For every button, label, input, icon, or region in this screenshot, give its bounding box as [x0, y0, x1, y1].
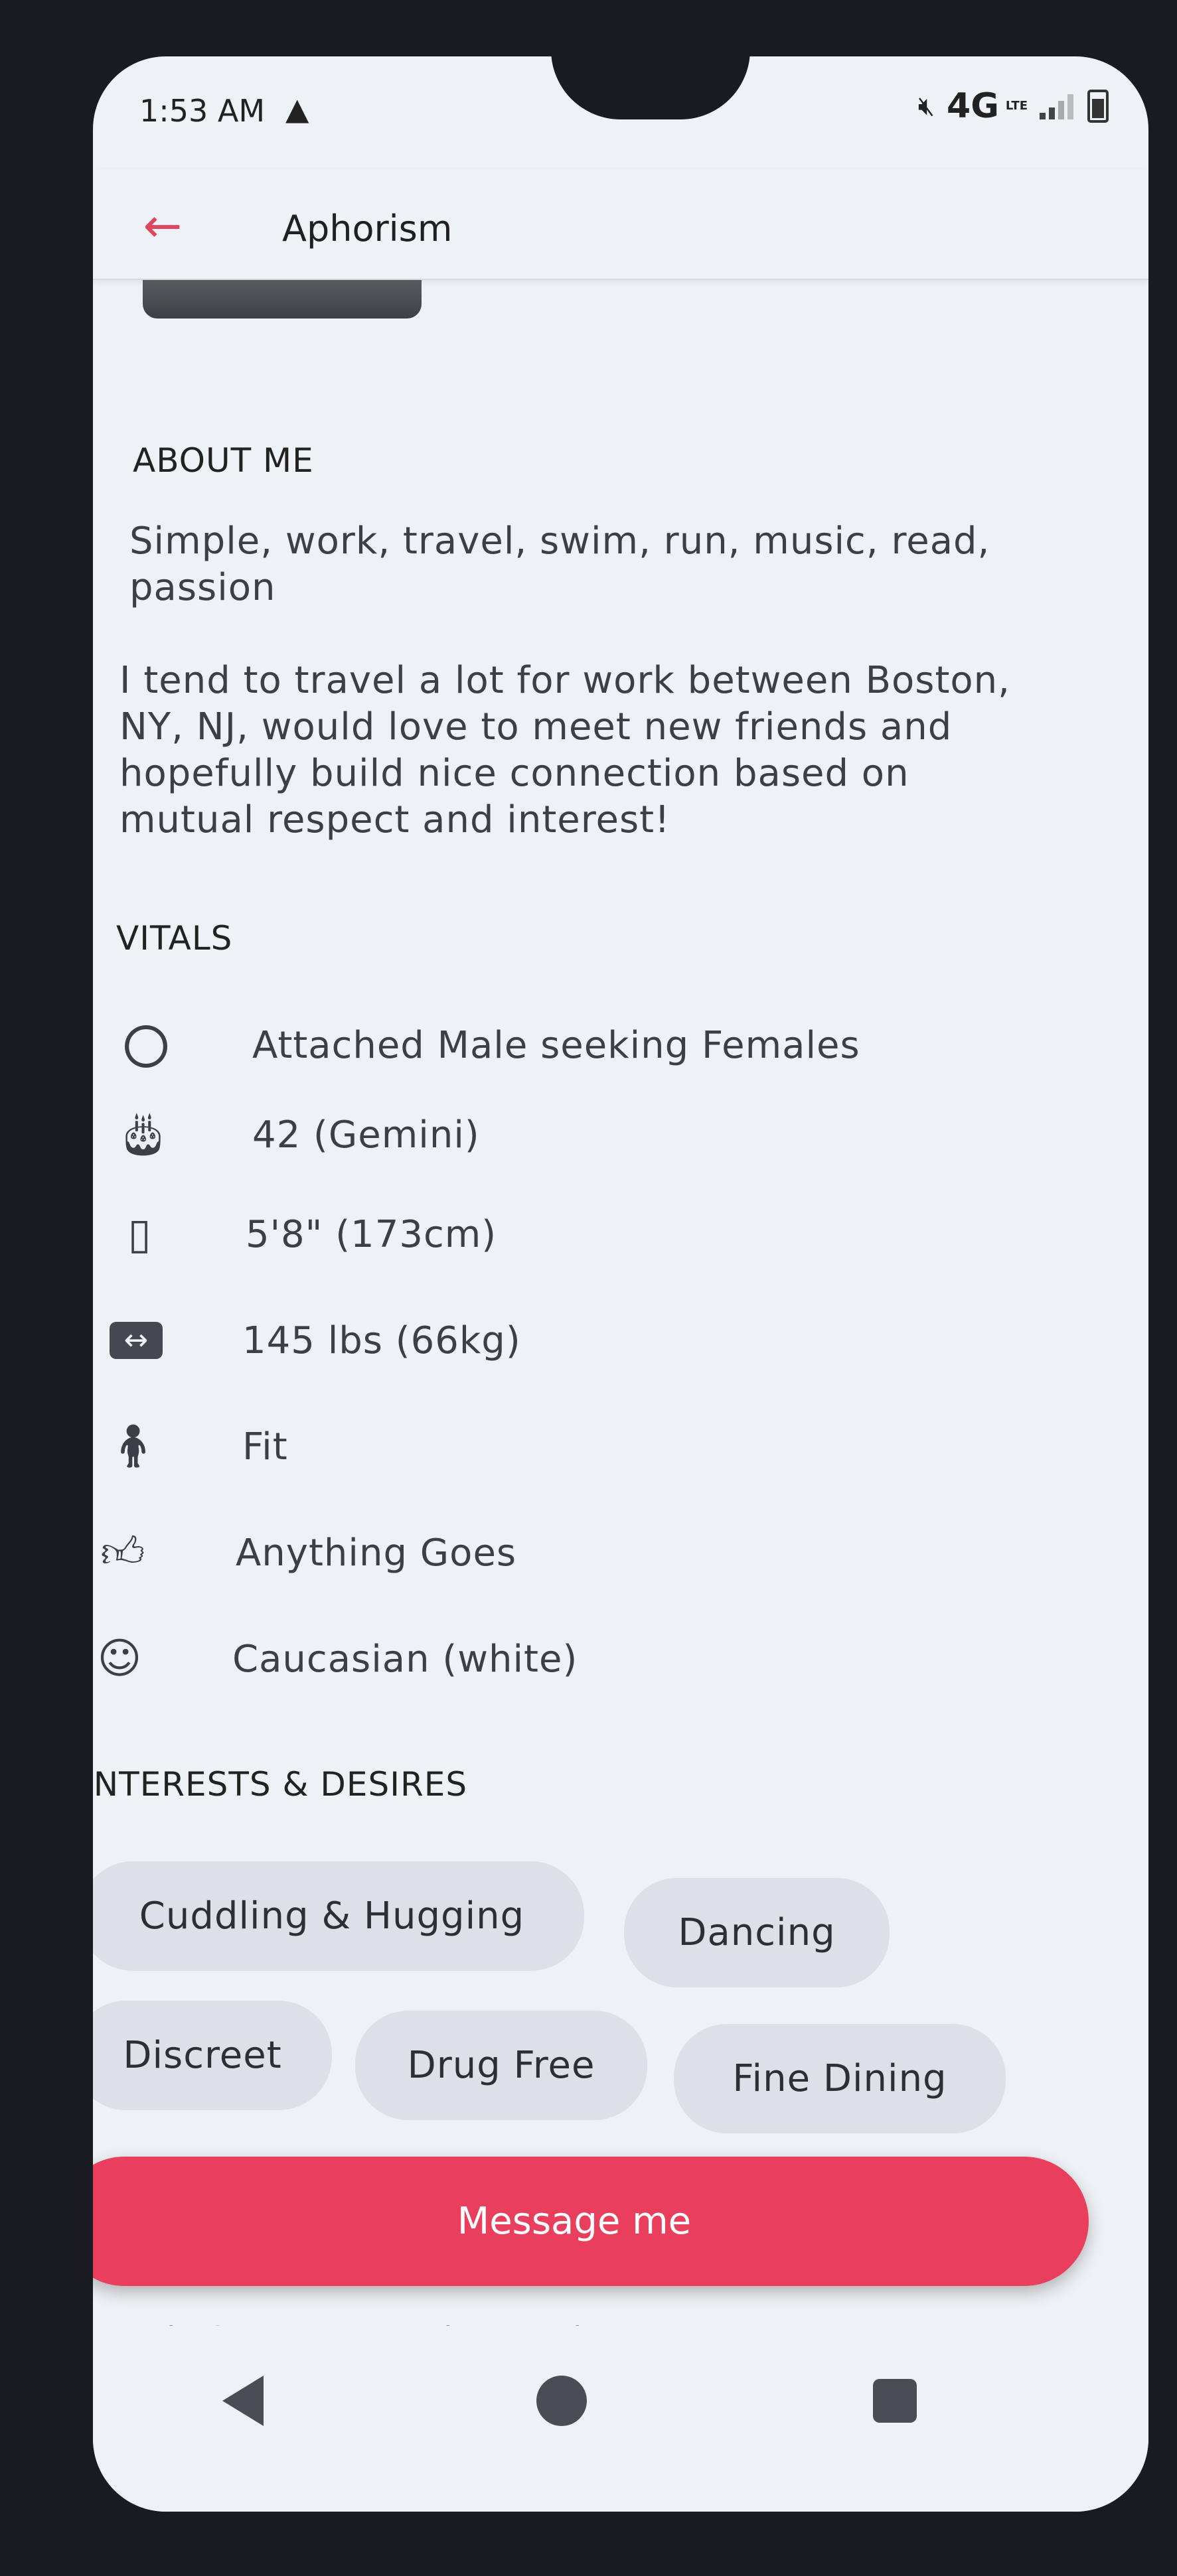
app-bar: ← Aphorism: [93, 169, 1148, 280]
vital-row: ⭕︎ Attached Male seeking Females: [93, 1019, 1148, 1092]
interest-chip: Fine Dining: [674, 2024, 1006, 2133]
vital-body-type: Fit: [242, 1425, 288, 1468]
vital-row: ↔ 145 lbs (66kg): [93, 1314, 1148, 1387]
screen: 1:53 AM ▲ 🔇︎ 4G LTE ← Aphorism ABOUT ME …: [93, 56, 1148, 2512]
ruler-icon: ▯: [127, 1210, 151, 1259]
interests-heading: INTERESTS & DESIRES: [93, 1765, 468, 1804]
interest-chip: Dancing: [624, 1878, 890, 1987]
back-triangle-icon[interactable]: [222, 2376, 264, 2426]
person-icon: 🧍︎: [106, 1422, 161, 1471]
status-bar: 1:53 AM ▲ 🔇︎ 4G LTE: [93, 56, 1148, 169]
about-paragraph-line: NY, NJ, would love to meet new friends a…: [119, 705, 953, 749]
vital-age: 42 (Gemini): [252, 1113, 480, 1157]
interest-chip: Discreet: [93, 2001, 332, 2110]
profile-photo-edge[interactable]: [143, 279, 422, 319]
network-type: 4G: [947, 86, 999, 126]
vital-weight: 145 lbs (66kg): [242, 1319, 521, 1362]
page-title: Aphorism: [282, 208, 453, 250]
status-icons: 🔇︎ 4G LTE: [918, 86, 1109, 126]
thumbs-up-icon: 👍︎: [100, 1528, 145, 1577]
battery-icon: [1087, 90, 1109, 123]
interest-chip: Drug Free: [355, 2011, 647, 2120]
back-button[interactable]: ←: [133, 196, 193, 255]
cake-icon: 🎂︎: [116, 1110, 171, 1159]
network-sub: LTE: [1005, 99, 1028, 113]
vital-row: 🧍︎ Fit: [93, 1420, 1148, 1493]
face-icon: ☺: [97, 1634, 142, 1683]
vital-preference: Anything Goes: [236, 1532, 517, 1575]
vital-height: 5'8" (173cm): [246, 1213, 497, 1256]
ring-icon: ⭕︎: [124, 1021, 168, 1070]
vital-relationship: Attached Male seeking Females: [252, 1024, 860, 1067]
signal-icon: [1040, 93, 1075, 119]
vital-row: ▯ 5'8" (173cm): [93, 1208, 1148, 1281]
about-paragraph-line: I tend to travel a lot for work between …: [119, 659, 1010, 702]
status-time: 1:53 AM: [139, 93, 266, 129]
width-arrows-icon: ↔: [110, 1322, 163, 1359]
arrow-left-icon: ←: [143, 198, 183, 253]
interest-chip: Cuddling & Hugging: [93, 1861, 584, 1971]
mute-icon: 🔇︎: [917, 91, 935, 121]
vital-row: ☺ Caucasian (white): [93, 1632, 1148, 1705]
about-paragraph-line: mutual respect and interest!: [119, 798, 670, 841]
vital-row: 👍︎ Anything Goes: [93, 1526, 1148, 1599]
phone-frame: 1:53 AM ▲ 🔇︎ 4G LTE ← Aphorism ABOUT ME …: [0, 0, 1177, 2576]
message-me-button[interactable]: Message me: [93, 2157, 1089, 2286]
vitals-heading: VITALS: [116, 919, 233, 958]
partial-interest-row: Music Open to Experimentation: [100, 2313, 623, 2326]
warning-triangle-icon: ▲: [285, 91, 309, 127]
about-paragraph-line: hopefully build nice connection based on: [119, 752, 909, 795]
recents-square-icon[interactable]: [873, 2379, 917, 2423]
about-line-2: passion: [129, 566, 276, 609]
about-line-1: Simple, work, travel, swim, run, music, …: [129, 520, 990, 563]
home-circle-icon[interactable]: [536, 2376, 587, 2426]
vital-ethnicity: Caucasian (white): [232, 1638, 578, 1681]
system-nav-bar: [93, 2339, 1148, 2512]
about-heading: ABOUT ME: [133, 441, 314, 480]
vital-row: 🎂︎ 42 (Gemini): [93, 1108, 1148, 1181]
